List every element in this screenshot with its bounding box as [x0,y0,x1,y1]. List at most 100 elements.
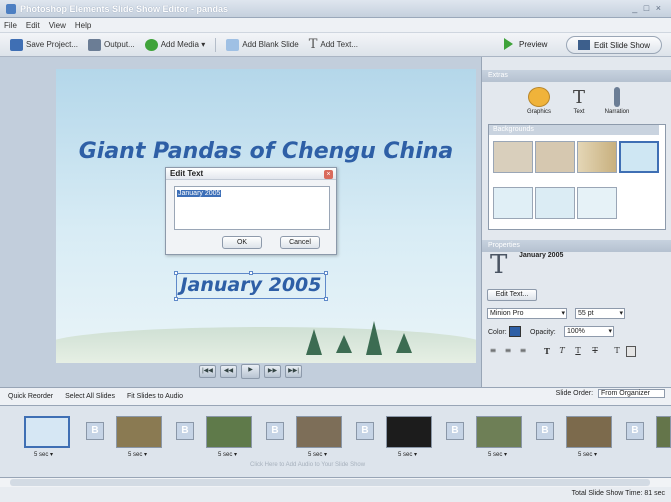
edit-slide-show-label: Edit Slide Show [593,40,651,50]
slide-duration[interactable]: 5 sec ▾ [34,451,53,458]
text-label: Text [573,109,585,115]
slide-thumbnail[interactable] [296,416,342,448]
add-text-label: Add Text... [320,40,359,49]
narration-label: Narration [604,109,630,115]
ok-button[interactable]: OK [222,236,262,249]
edit-text-button[interactable]: Edit Text... [487,289,537,301]
italic-icon[interactable]: T [557,346,567,357]
scrollbar-thumb[interactable] [10,479,650,486]
strikethrough-icon[interactable]: T [590,346,600,357]
last-slide-icon[interactable]: ▶▶| [285,365,302,378]
slide-thumbnail[interactable] [206,416,252,448]
preview-button[interactable]: Preview [504,38,547,50]
extras-header[interactable]: Extras [482,70,671,82]
slide-duration[interactable]: 5 sec ▾ [308,451,327,458]
menu-view[interactable]: View [49,21,66,30]
slide-duration[interactable]: 5 sec ▾ [218,451,237,458]
playback-controls: |◀◀ ◀◀ ▶ ▶▶ ▶▶| [199,364,306,379]
transition-icon[interactable]: B [536,422,554,440]
slide-thumbnail[interactable] [24,416,70,448]
transition-icon[interactable]: B [356,422,374,440]
add-blank-slide-button[interactable]: Add Blank Slide [226,38,299,51]
slide-thumbnail[interactable] [476,416,522,448]
close-icon[interactable]: × [324,170,333,179]
slide-duration[interactable]: 5 sec ▾ [488,451,507,458]
slide-duration[interactable]: 5 sec ▾ [128,451,147,458]
graphics-icon [528,87,550,107]
underline-icon[interactable]: T [573,346,583,357]
resize-handle[interactable] [249,271,253,275]
menu-file[interactable]: File [4,21,17,30]
add-media-button[interactable]: Add Media ▾ [144,38,206,51]
window-title: Photoshop Elements Slide Show Editor - p… [20,3,229,14]
properties-header[interactable]: Properties [482,240,671,252]
slide-duration[interactable]: 5 sec ▾ [578,451,597,458]
selected-item-label: January 2005 [519,252,564,259]
cancel-button[interactable]: Cancel [280,236,320,249]
resize-handle[interactable] [324,297,328,301]
menu-edit[interactable]: Edit [26,21,40,30]
backgrounds-header[interactable]: Backgrounds [489,125,659,135]
drop-shadow-icon[interactable]: T [612,346,622,357]
slide-title-text[interactable]: Giant Pandas of Chengu China [56,139,476,164]
slide-duration[interactable]: 5 sec ▾ [398,451,417,458]
color-label: Color: [488,329,507,336]
menu-help[interactable]: Help [75,21,91,30]
quick-reorder-button[interactable]: Quick Reorder [8,393,53,400]
filmstrip-scrollbar[interactable] [0,477,671,487]
slide-date-text[interactable]: January 2005 [176,273,326,299]
transition-icon[interactable]: B [176,422,194,440]
text-extra[interactable]: T Text [564,87,594,115]
background-thumbnail[interactable] [535,187,575,219]
select-all-slides-button[interactable]: Select All Slides [65,393,115,400]
output-button[interactable]: Output... [88,38,135,51]
slide-thumbnail[interactable] [566,416,612,448]
resize-handle[interactable] [174,297,178,301]
menu-bar: File Edit View Help [0,18,671,33]
transition-icon[interactable]: B [446,422,464,440]
backgrounds-panel: Backgrounds [488,124,666,230]
bold-icon[interactable]: T [542,346,552,357]
edit-slide-show-button[interactable]: Edit Slide Show [566,36,662,54]
resize-handle[interactable] [174,271,178,275]
edit-text-input[interactable]: January 2005 [174,186,330,230]
align-left-icon[interactable]: ≡ [488,346,498,357]
window-controls[interactable]: _ □ × [632,3,663,13]
opacity-label: Opacity: [530,329,556,336]
narration-extra[interactable]: Narration [602,87,632,115]
tree-graphic [366,321,382,355]
background-thumbnail[interactable] [493,141,533,173]
resize-handle[interactable] [324,271,328,275]
align-right-icon[interactable]: ≡ [518,346,528,357]
previous-slide-icon[interactable]: ◀◀ [220,365,237,378]
background-thumbnail[interactable] [493,187,533,219]
slide-thumbnail[interactable] [116,416,162,448]
slide-order-select[interactable]: From Organizer [597,389,665,398]
opacity-select[interactable]: 100% [564,326,614,337]
font-size-select[interactable]: 55 pt [575,308,625,319]
transition-icon[interactable]: B [266,422,284,440]
next-slide-icon[interactable]: ▶▶ [264,365,281,378]
add-media-label: Add Media ▾ [160,40,206,49]
graphics-extra[interactable]: Graphics [524,87,554,115]
background-thumbnail[interactable] [535,141,575,173]
background-thumbnail[interactable] [577,187,617,219]
font-select[interactable]: Minion Pro [487,308,567,319]
style-box-icon[interactable] [626,346,636,357]
add-text-button[interactable]: T Add Text... [309,37,358,52]
first-slide-icon[interactable]: |◀◀ [199,365,216,378]
add-audio-hint[interactable]: Click Here to Add Audio to Your Slide Sh… [250,462,365,468]
background-thumbnail[interactable] [577,141,617,173]
align-center-icon[interactable]: ≡ [503,346,513,357]
graphics-label: Graphics [526,109,551,115]
slide-thumbnail[interactable] [386,416,432,448]
slide-thumbnail[interactable] [656,416,671,448]
background-thumbnail[interactable] [619,141,659,173]
save-project-button[interactable]: Save Project... [10,38,78,51]
transition-icon[interactable]: B [626,422,644,440]
blank-slide-icon [226,38,240,51]
transition-icon[interactable]: B [86,422,104,440]
color-swatch[interactable] [509,326,521,337]
fit-slides-to-audio-button[interactable]: Fit Slides to Audio [127,393,183,400]
play-button[interactable]: ▶ [241,364,260,379]
